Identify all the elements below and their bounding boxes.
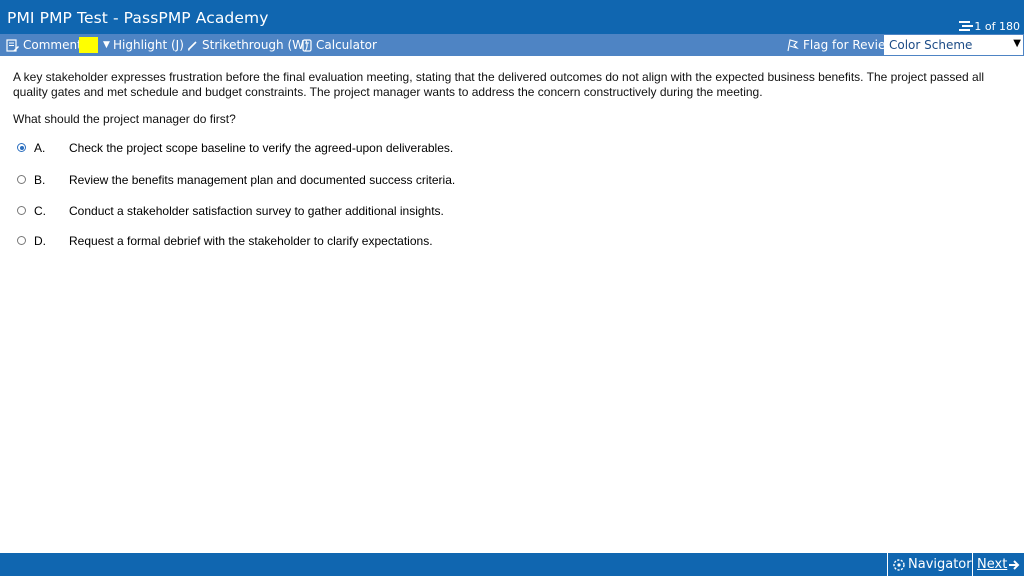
question-stem: A key stakeholder expresses frustration …	[13, 70, 985, 99]
calculator-button[interactable]: Calculator	[302, 34, 377, 56]
highlight-color-swatch[interactable]	[79, 37, 98, 53]
navigator-label: Navigator	[908, 557, 972, 572]
chevron-down-icon[interactable]: ▼	[103, 40, 110, 50]
answer-option-d[interactable]: D. Request a formal debrief with the sta…	[13, 233, 613, 249]
title-bar: PMI PMP Test - PassPMP Academy 1 of 180	[0, 0, 1024, 34]
chevron-down-icon[interactable]: ▼	[1013, 38, 1021, 49]
answer-option-c[interactable]: C. Conduct a stakeholder satisfaction su…	[13, 203, 613, 219]
option-letter: A.	[34, 141, 46, 155]
question-area: A key stakeholder expresses frustration …	[13, 70, 1003, 126]
list-icon	[959, 21, 974, 31]
option-text: Request a formal debrief with the stakeh…	[69, 234, 433, 248]
radio-button-a[interactable]	[17, 143, 26, 152]
navigator-icon	[893, 558, 905, 571]
answer-option-b[interactable]: B. Review the benefits management plan a…	[13, 172, 613, 188]
question-progress: 1 of 180	[959, 20, 1020, 33]
answer-option-a[interactable]: A. Check the project scope baseline to v…	[13, 140, 613, 156]
progress-text: 1 of 180	[974, 20, 1020, 33]
strikethrough-label: Strikethrough (W)	[202, 38, 309, 52]
toolbar: Comment ▼ Highlight (J) Strikethrough (W…	[0, 34, 1024, 56]
flag-icon	[787, 38, 799, 51]
option-text: Check the project scope baseline to veri…	[69, 141, 454, 155]
next-button[interactable]: Next	[972, 553, 1024, 576]
calculator-icon	[302, 38, 312, 52]
app-title: PMI PMP Test - PassPMP Academy	[7, 9, 269, 27]
option-letter: D.	[34, 234, 46, 248]
calculator-label: Calculator	[316, 38, 377, 52]
strikethrough-button[interactable]: Strikethrough (W)	[187, 34, 309, 56]
question-prompt: What should the project manager do first…	[13, 112, 236, 126]
comment-icon	[6, 38, 19, 52]
option-letter: C.	[34, 204, 46, 218]
flag-for-review-button[interactable]: Flag for Review	[786, 34, 895, 56]
color-scheme-label: Color Scheme	[889, 38, 973, 52]
pencil-icon	[187, 40, 197, 50]
color-scheme-select[interactable]: Color Scheme ▼	[884, 35, 1023, 55]
bottom-bar: Navigator Next	[0, 553, 1024, 576]
option-text: Review the benefits management plan and …	[69, 173, 456, 187]
comment-button[interactable]: Comment	[6, 34, 82, 56]
radio-button-c[interactable]	[17, 206, 26, 215]
highlight-button[interactable]: Highlight (J)	[113, 34, 184, 56]
radio-button-b[interactable]	[17, 175, 26, 184]
next-label: Next	[977, 557, 1008, 572]
arrow-right-icon	[1009, 559, 1020, 570]
option-letter: B.	[34, 173, 46, 187]
option-text: Conduct a stakeholder satisfaction surve…	[69, 204, 444, 218]
highlight-label: Highlight (J)	[113, 38, 184, 52]
navigator-button[interactable]: Navigator	[887, 553, 972, 576]
radio-button-d[interactable]	[17, 236, 26, 245]
flag-label: Flag for Review	[803, 38, 896, 52]
comment-label: Comment	[23, 38, 82, 52]
highlight-color-picker[interactable]: ▼	[79, 34, 110, 56]
